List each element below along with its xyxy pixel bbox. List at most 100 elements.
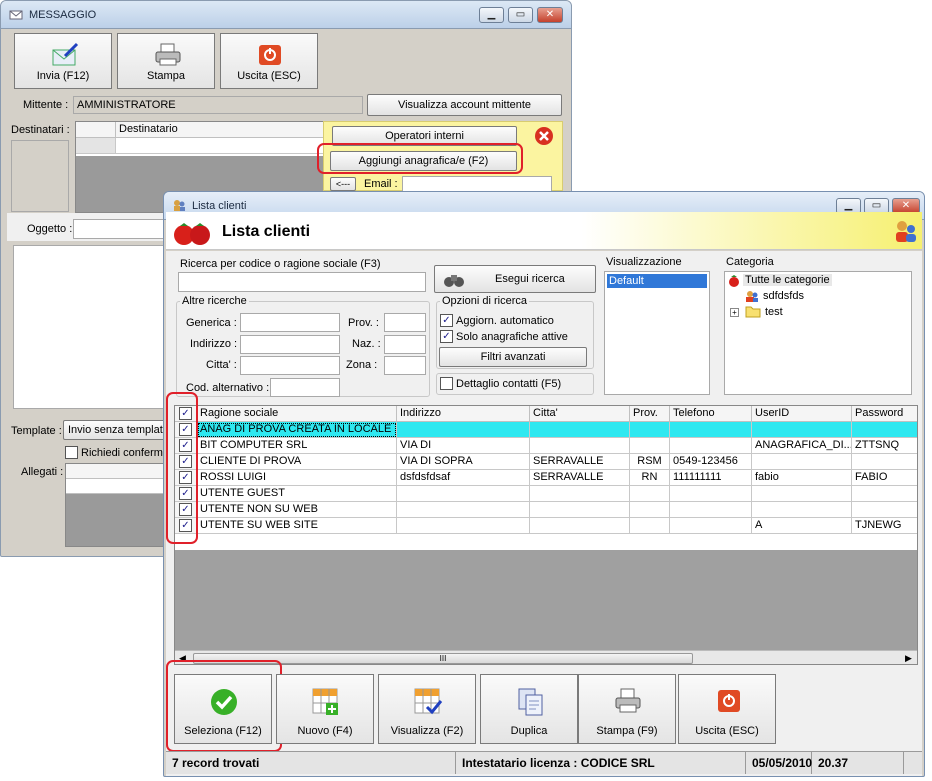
grid-cell[interactable]: CLIENTE DI PROVA bbox=[197, 454, 397, 470]
grid-cell[interactable] bbox=[852, 486, 917, 502]
grid-cell[interactable] bbox=[397, 518, 530, 534]
aggiorn-checkbox[interactable]: ✓ bbox=[440, 314, 453, 327]
maximize-button[interactable]: ▭ bbox=[508, 7, 533, 23]
column-header[interactable]: UserID bbox=[752, 406, 852, 422]
dettaglio-checkbox[interactable] bbox=[440, 377, 453, 390]
email-field[interactable] bbox=[402, 176, 552, 192]
grid-cell[interactable] bbox=[630, 486, 670, 502]
grid-cell[interactable]: UTENTE NON SU WEB bbox=[197, 502, 397, 518]
stampa-button[interactable]: Stampa (F9) bbox=[578, 674, 676, 744]
search-input[interactable] bbox=[178, 272, 426, 292]
destinatario-row-cell[interactable] bbox=[116, 138, 324, 154]
duplica-button[interactable]: Duplica bbox=[480, 674, 578, 744]
remove-icon[interactable] bbox=[534, 126, 554, 146]
column-header[interactable]: Password bbox=[852, 406, 917, 422]
column-header[interactable]: Telefono bbox=[670, 406, 752, 422]
grid-cell[interactable] bbox=[397, 486, 530, 502]
grid-cell[interactable]: fabio bbox=[752, 470, 852, 486]
allegati-grid[interactable] bbox=[65, 463, 167, 547]
solo-attive-checkbox[interactable]: ✓ bbox=[440, 330, 453, 343]
category-item-sdfdsfds[interactable]: sdfdsfds bbox=[763, 290, 804, 302]
grid-cell[interactable]: 111111111 bbox=[670, 470, 752, 486]
expand-icon[interactable]: + bbox=[730, 308, 739, 317]
grid-cell[interactable] bbox=[670, 438, 752, 454]
visualizza-button[interactable]: Visualizza (F2) bbox=[378, 674, 476, 744]
close-button[interactable]: ✕ bbox=[537, 7, 563, 23]
grid-cell[interactable] bbox=[852, 422, 917, 438]
grid-cell[interactable] bbox=[630, 438, 670, 454]
grid-cell[interactable] bbox=[530, 502, 630, 518]
grid-cell[interactable]: ANAG DI PROVA CREATA IN LOCALE bbox=[197, 422, 397, 438]
citta-input[interactable] bbox=[240, 356, 340, 375]
column-header[interactable]: Prov. bbox=[630, 406, 670, 422]
grid-cell[interactable]: ANAGRAFICA_DI... bbox=[752, 438, 852, 454]
grid-cell[interactable] bbox=[752, 486, 852, 502]
grid-cell[interactable]: UTENTE SU WEB SITE bbox=[197, 518, 397, 534]
grid-cell[interactable]: ROSSI LUIGI bbox=[197, 470, 397, 486]
grid-cell[interactable] bbox=[852, 454, 917, 470]
category-item-all[interactable]: Tutte le categorie bbox=[743, 274, 832, 286]
grid-cell[interactable] bbox=[630, 518, 670, 534]
grid-cell[interactable] bbox=[630, 502, 670, 518]
grid-cell[interactable]: BIT COMPUTER SRL bbox=[197, 438, 397, 454]
grid-cell[interactable] bbox=[530, 422, 630, 438]
grid-cell[interactable]: SERRAVALLE bbox=[530, 454, 630, 470]
scroll-right-icon[interactable]: ▶ bbox=[905, 653, 912, 664]
uscita-button[interactable]: Uscita (ESC) bbox=[678, 674, 776, 744]
arrow-button[interactable]: <--- bbox=[330, 177, 356, 191]
grid-cell[interactable]: 0549-123456 bbox=[670, 454, 752, 470]
grid-cell[interactable]: dsfdsfdsaf bbox=[397, 470, 530, 486]
richiedi-conferma-checkbox[interactable] bbox=[65, 446, 78, 459]
grid-cell[interactable] bbox=[752, 502, 852, 518]
prov-input[interactable] bbox=[384, 313, 426, 332]
grid-cell[interactable] bbox=[670, 518, 752, 534]
print-button[interactable]: Stampa bbox=[117, 33, 215, 89]
grid-cell[interactable] bbox=[670, 486, 752, 502]
categoria-tree[interactable]: Tutte le categorie sdfdsfds + test bbox=[724, 271, 912, 395]
oggetto-field[interactable] bbox=[73, 219, 173, 239]
grid-cell[interactable]: ZTTSNQ bbox=[852, 438, 917, 454]
grid-cell[interactable]: TJNEWG bbox=[852, 518, 917, 534]
grid-cell[interactable] bbox=[630, 422, 670, 438]
search-button[interactable]: Esegui ricerca bbox=[434, 265, 596, 293]
grid-cell[interactable]: VIA DI SOPRA bbox=[397, 454, 530, 470]
grid-cell[interactable] bbox=[397, 502, 530, 518]
visualizzazione-default-item[interactable]: Default bbox=[607, 274, 707, 288]
cod-alt-input[interactable] bbox=[270, 378, 340, 397]
template-select[interactable]: Invio senza template bbox=[63, 420, 167, 440]
column-header[interactable]: Indirizzo bbox=[397, 406, 530, 422]
grid-cell[interactable]: RN bbox=[630, 470, 670, 486]
grid-cell[interactable]: UTENTE GUEST bbox=[197, 486, 397, 502]
message-body-field[interactable] bbox=[13, 245, 165, 409]
messaggio-titlebar[interactable]: MESSAGGIO ▁ ▭ ✕ bbox=[1, 1, 571, 29]
column-header[interactable]: Citta' bbox=[530, 406, 630, 422]
send-button[interactable]: Invia (F12) bbox=[14, 33, 112, 89]
grid-cell[interactable] bbox=[530, 518, 630, 534]
destinatari-list[interactable] bbox=[11, 140, 69, 212]
naz-input[interactable] bbox=[384, 335, 426, 354]
horizontal-scrollbar[interactable]: ◀ III ▶ bbox=[175, 650, 917, 664]
category-item-test[interactable]: test bbox=[765, 306, 783, 318]
grid-cell[interactable] bbox=[752, 422, 852, 438]
grid-cell[interactable] bbox=[530, 438, 630, 454]
grid-cell[interactable]: FABIO bbox=[852, 470, 917, 486]
grid-cell[interactable] bbox=[852, 502, 917, 518]
view-account-button[interactable]: Visualizza account mittente bbox=[367, 94, 562, 116]
visualizzazione-list[interactable]: Default bbox=[604, 271, 710, 395]
nuovo-button[interactable]: Nuovo (F4) bbox=[276, 674, 374, 744]
zona-input[interactable] bbox=[384, 356, 426, 375]
grid-cell[interactable] bbox=[670, 502, 752, 518]
minimize-button[interactable]: ▁ bbox=[479, 7, 504, 23]
grid-cell[interactable] bbox=[670, 422, 752, 438]
grid-cell[interactable] bbox=[530, 486, 630, 502]
column-header[interactable]: Ragione sociale bbox=[197, 406, 397, 422]
grid-cell[interactable]: A bbox=[752, 518, 852, 534]
grid-cell[interactable]: VIA DI bbox=[397, 438, 530, 454]
grid-cell[interactable] bbox=[397, 422, 530, 438]
filtri-avanzati-button[interactable]: Filtri avanzati bbox=[439, 347, 587, 367]
grid-cell[interactable]: SERRAVALLE bbox=[530, 470, 630, 486]
indirizzo-input[interactable] bbox=[240, 335, 340, 354]
grid-cell[interactable]: RSM bbox=[630, 454, 670, 470]
grid-cell[interactable] bbox=[752, 454, 852, 470]
generica-input[interactable] bbox=[240, 313, 340, 332]
